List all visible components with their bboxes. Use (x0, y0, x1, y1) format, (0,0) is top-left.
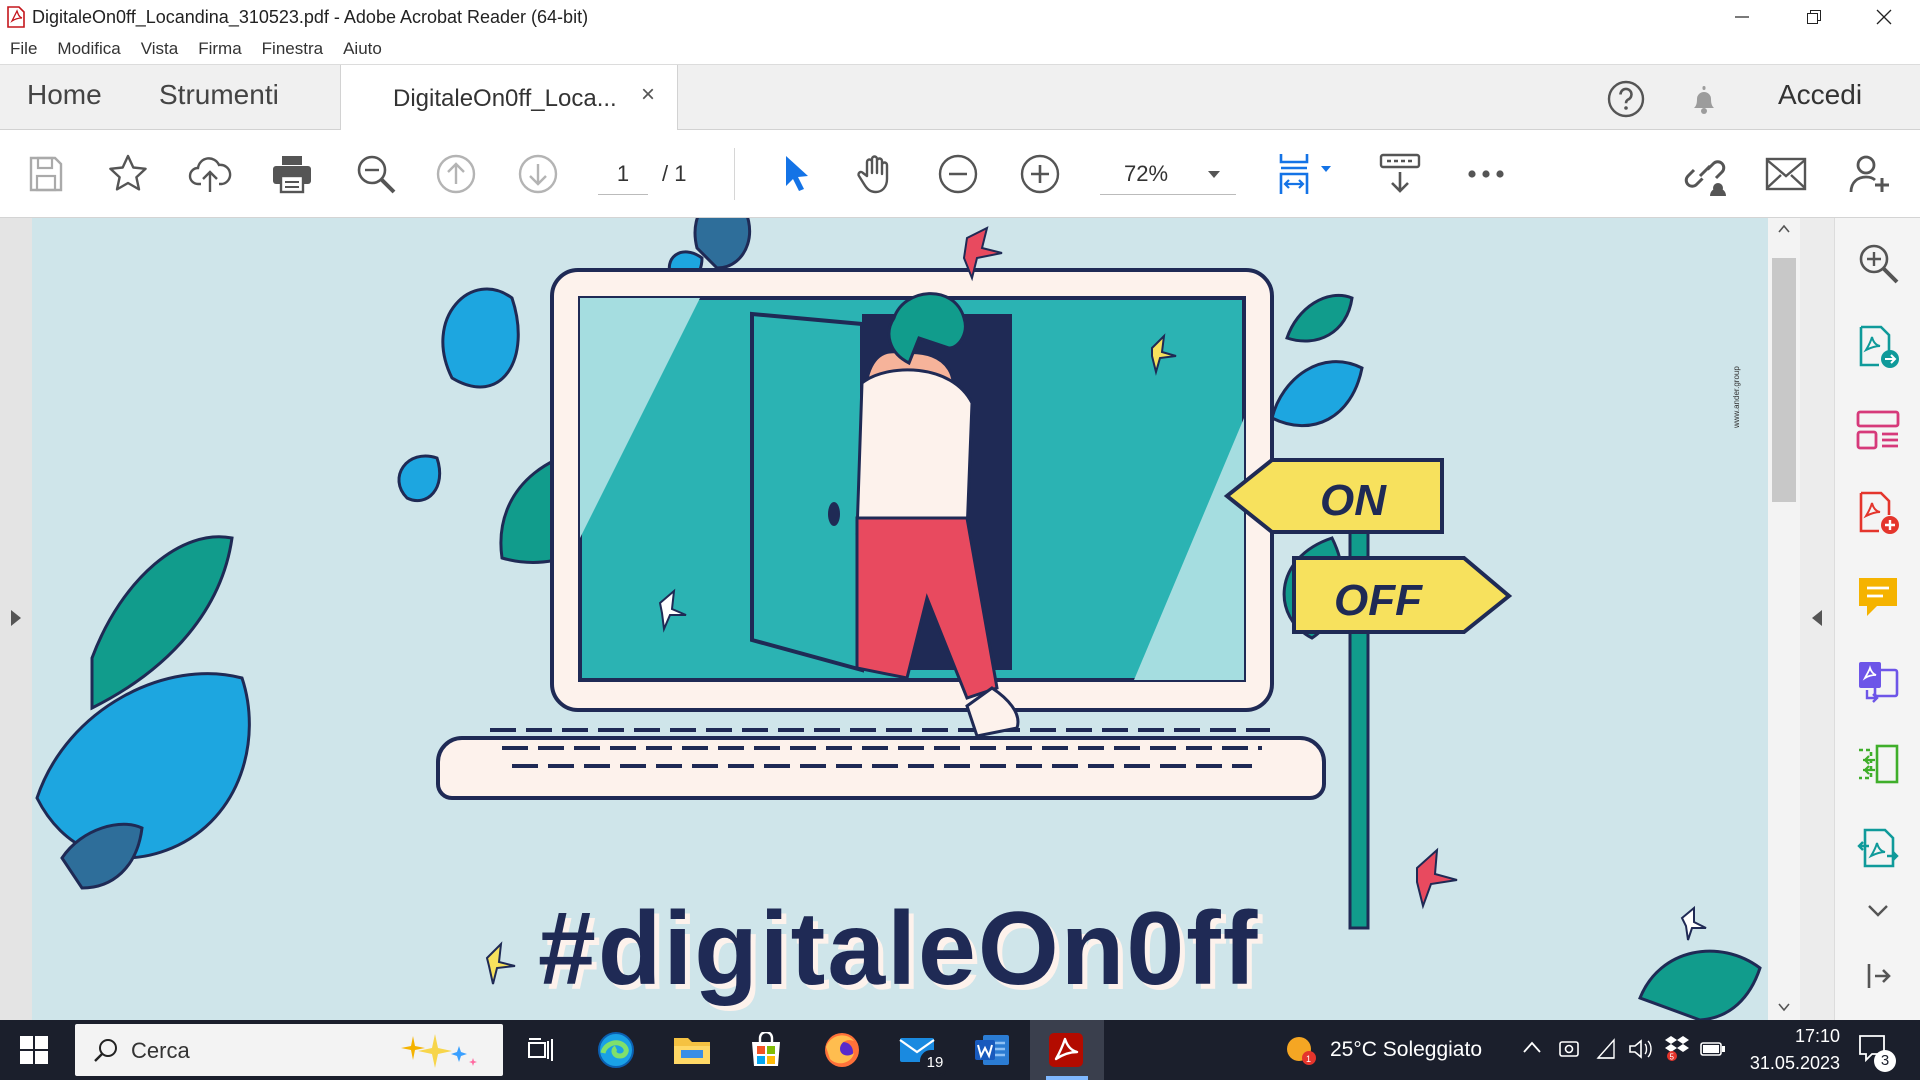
tab-bar: Home Strumenti DigitaleOn0ff_Loca... × A… (0, 64, 1920, 131)
organize-pages-icon[interactable] (1855, 408, 1901, 454)
clock-time: 17:10 (1794, 1026, 1840, 1046)
svg-text:5: 5 (1670, 1053, 1675, 1062)
weather-status[interactable]: 25°C Soleggiato (1330, 1038, 1482, 1062)
zoom-level-value: 72% (1124, 161, 1169, 186)
menu-firma[interactable]: Firma (198, 39, 241, 59)
right-pane-toggle[interactable] (1800, 218, 1834, 1020)
toolbar: 1 / 1 72% (0, 130, 1920, 218)
poster-credit: www.ander.group (1732, 366, 1741, 428)
tab-document[interactable]: DigitaleOn0ff_Loca... × (340, 65, 678, 131)
window-title: DigitaleOn0ff_Locandina_310523.pdf - Ado… (32, 7, 589, 27)
poster-hashtag: #digitaleOn0ff (538, 891, 1260, 1007)
page-number-input[interactable]: 1 (598, 154, 648, 195)
clock[interactable]: 17:10 31.05.2023 (1720, 1026, 1840, 1074)
help-icon[interactable] (1606, 79, 1646, 119)
combine-files-icon[interactable] (1855, 658, 1901, 704)
dropbox-icon[interactable]: 5 (1664, 1034, 1690, 1062)
taskbar-search[interactable]: Cerca (75, 1024, 503, 1076)
acrobat-file-icon (6, 6, 26, 28)
collapse-tools-icon[interactable] (1865, 962, 1893, 990)
next-page-icon[interactable] (514, 150, 562, 198)
task-view-icon[interactable] (518, 1028, 562, 1072)
scrollbar-thumb[interactable] (1772, 258, 1796, 502)
menu-bar: File Modifica Vista Firma Finestra Aiuto (0, 34, 1920, 64)
export-pdf-icon[interactable] (1855, 324, 1901, 370)
left-pane-toggle[interactable] (0, 218, 32, 1020)
menu-file[interactable]: File (10, 39, 37, 59)
comment-icon[interactable] (1855, 574, 1901, 620)
chevron-up-icon[interactable] (1522, 1040, 1542, 1054)
wifi-icon[interactable] (1594, 1038, 1618, 1060)
search-placeholder: Cerca (131, 1038, 190, 1063)
scroll-mode-icon[interactable] (1376, 150, 1424, 198)
search-icon (94, 1039, 117, 1062)
sign-on-label: ON (1320, 476, 1386, 525)
firefox-icon[interactable] (820, 1028, 864, 1072)
scroll-down-icon[interactable] (1777, 1002, 1791, 1012)
chevron-down-icon[interactable] (1867, 904, 1889, 918)
menu-finestra[interactable]: Finestra (262, 39, 323, 59)
close-tab-button[interactable]: × (641, 81, 655, 109)
chevron-down-icon (1208, 171, 1220, 178)
close-window-button[interactable] (1856, 0, 1912, 34)
tab-tools[interactable]: Strumenti (159, 79, 279, 111)
notification-count-badge: 3 (1874, 1050, 1896, 1072)
select-cursor-icon[interactable] (772, 150, 820, 198)
bookmark-star-icon[interactable] (104, 150, 152, 198)
svg-text:1: 1 (1306, 1054, 1311, 1064)
minimize-button[interactable] (1714, 0, 1770, 34)
toolbar-divider (734, 148, 735, 200)
clock-date: 31.05.2023 (1749, 1053, 1840, 1073)
menu-aiuto[interactable]: Aiuto (343, 39, 382, 59)
volume-icon[interactable] (1628, 1038, 1654, 1060)
weather-sun-icon: 1 (1284, 1032, 1318, 1066)
zoom-in-icon[interactable] (1016, 150, 1064, 198)
enhance-zoom-icon[interactable] (1855, 240, 1901, 286)
hand-tool-icon[interactable] (852, 150, 900, 198)
notifications-bell-icon[interactable] (1684, 79, 1724, 119)
signin-button[interactable]: Accedi (1778, 79, 1862, 111)
acrobat-reader-icon[interactable] (1044, 1028, 1088, 1072)
file-explorer-icon[interactable] (670, 1028, 714, 1072)
restore-button[interactable] (1786, 0, 1842, 34)
search-highlight-icon (401, 1034, 477, 1068)
share-link-icon[interactable] (1680, 150, 1728, 198)
scroll-up-icon[interactable] (1777, 224, 1791, 234)
active-app-indicator (1046, 1076, 1088, 1080)
upload-cloud-icon[interactable] (186, 150, 234, 198)
tools-pane (1834, 218, 1920, 1020)
mail-badge: 19 (920, 1050, 950, 1076)
page-total: / 1 (662, 161, 687, 186)
zoom-level-select[interactable]: 72% (1100, 154, 1236, 195)
taskbar: Cerca 19 1 25°C Soleggiato 5 17:10 31.05… (0, 1020, 1920, 1080)
save-icon[interactable] (22, 150, 70, 198)
create-pdf-icon[interactable] (1855, 490, 1901, 536)
edge-browser-icon[interactable] (594, 1028, 638, 1072)
search-zoom-icon[interactable] (352, 150, 400, 198)
zoom-out-icon[interactable] (934, 150, 982, 198)
edit-pdf-icon[interactable] (1855, 826, 1901, 872)
sign-off-label: OFF (1334, 576, 1422, 625)
microsoft-store-icon[interactable] (744, 1028, 788, 1072)
more-options-icon[interactable] (1462, 150, 1510, 198)
word-icon[interactable] (970, 1028, 1014, 1072)
print-icon[interactable] (268, 150, 316, 198)
fit-page-icon[interactable] (1268, 150, 1338, 198)
camera-icon[interactable] (1558, 1038, 1580, 1060)
previous-page-icon[interactable] (432, 150, 480, 198)
email-icon[interactable] (1762, 150, 1810, 198)
tab-home[interactable]: Home (27, 79, 102, 111)
tab-document-label: DigitaleOn0ff_Loca... (393, 85, 617, 112)
title-bar: DigitaleOn0ff_Locandina_310523.pdf - Ado… (0, 0, 1920, 34)
compress-pdf-icon[interactable] (1855, 742, 1901, 788)
expand-left-pane-icon (11, 610, 21, 626)
menu-vista[interactable]: Vista (141, 39, 179, 59)
add-user-icon[interactable] (1846, 150, 1894, 198)
document-viewer[interactable]: ON OFF #digitaleOn0ff www.ander.group (32, 218, 1768, 1020)
menu-modifica[interactable]: Modifica (57, 39, 120, 59)
windows-start-icon[interactable] (20, 1036, 48, 1064)
collapse-right-pane-icon (1812, 610, 1822, 626)
